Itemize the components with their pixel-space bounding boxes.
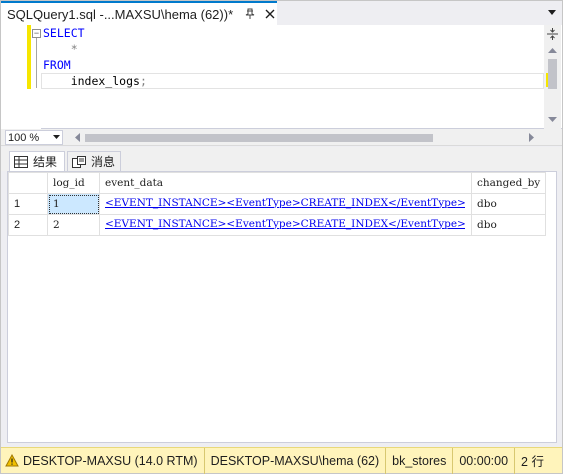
results-grid[interactable]: log_id event_data changed_by 1 1 <EVENT_… [7,171,557,443]
status-elapsed: 00:00:00 [453,447,516,474]
scroll-down-icon[interactable] [544,113,561,127]
tab-results[interactable]: 结果 [9,151,65,171]
tab-messages[interactable]: 消息 [67,151,121,171]
status-database: bk_stores [386,447,454,474]
document-tab[interactable]: SQLQuery1.sql -...MAXSU\hema (62))* [1,1,277,25]
cell-log-id[interactable]: 2 [47,214,100,236]
status-server: DESKTOP-MAXSU (14.0 RTM) [21,447,205,474]
cell-log-id[interactable]: 1 [47,193,100,215]
scroll-thumb[interactable] [548,59,557,89]
zoom-value: 100 % [8,131,40,144]
change-tracking-bar [27,25,31,89]
document-tab-title: SQLQuery1.sql -...MAXSU\hema (62))* [7,6,234,22]
outline-line [36,38,37,88]
cell-event-data[interactable]: <EVENT_INSTANCE><EventType>CREATE_INDEX<… [99,193,472,215]
results-tab-strip: 结果 消息 [1,147,562,171]
xml-link[interactable]: <EVENT_INSTANCE><EventType>CREATE_INDEX<… [105,197,465,209]
chevron-down-icon[interactable] [53,135,60,140]
code-line[interactable]: SELECT [43,25,147,41]
column-header-log-id[interactable]: log_id [47,172,100,194]
scroll-up-icon[interactable] [544,43,561,57]
code-line[interactable]: * [43,41,147,57]
column-header-changed-by[interactable]: changed_by [470,172,547,194]
scroll-right-icon[interactable] [526,131,538,144]
table-row: 2 2 <EVENT_INSTANCE><EventType>CREATE_IN… [8,214,547,236]
xml-link[interactable]: <EVENT_INSTANCE><EventType>CREATE_INDEX<… [105,218,465,230]
cell-event-data[interactable]: <EVENT_INSTANCE><EventType>CREATE_INDEX<… [99,214,472,236]
horizontal-scroll-thumb[interactable] [85,134,433,142]
sql-token: ; [139,74,147,88]
split-window-icon[interactable] [544,27,561,41]
code-line[interactable]: FROM [43,57,147,73]
grid-header-row: log_id event_data changed_by [8,172,547,194]
code-line[interactable]: index_logs; [43,73,147,89]
scroll-left-icon[interactable] [71,131,83,144]
status-rows: 2 行 [521,455,544,469]
messages-icon [72,155,86,168]
row-header-corner[interactable] [8,172,48,194]
query-window: SQLQuery1.sql -...MAXSU\hema (62))* − SE… [0,0,563,474]
sql-editor[interactable]: − SELECT * FROM index_logs; [1,25,562,129]
close-icon[interactable] [263,7,277,21]
collapse-toggle-icon[interactable]: − [32,29,41,38]
tab-messages-label: 消息 [91,155,116,169]
editor-vertical-scrollbar[interactable] [544,25,561,129]
tab-list-dropdown-icon[interactable] [546,7,558,19]
scroll-change-marker [546,73,548,87]
sql-keyword: FROM [43,58,71,72]
zoom-select[interactable]: 100 % [5,130,63,145]
row-number[interactable]: 2 [8,214,48,236]
sql-token: * [43,42,78,56]
zoom-bar: 100 % [1,129,562,146]
table-row: 1 1 <EVENT_INSTANCE><EventType>CREATE_IN… [8,193,547,215]
document-tab-strip: SQLQuery1.sql -...MAXSU\hema (62))* [1,1,562,25]
code-text[interactable]: SELECT * FROM index_logs; [43,25,147,89]
tab-results-label: 结果 [33,155,58,169]
editor-gutter: − [1,25,41,129]
status-bar: DESKTOP-MAXSU (14.0 RTM) DESKTOP-MAXSU\h… [1,447,562,474]
status-user: DESKTOP-MAXSU\hema (62) [205,447,387,474]
sql-token: index_logs [43,74,140,88]
warning-icon [5,453,19,468]
column-header-event-data[interactable]: event_data [99,172,472,194]
cell-changed-by[interactable]: dbo [470,193,547,215]
sql-keyword: SELECT [43,26,85,40]
row-number[interactable]: 1 [8,193,48,215]
cell-changed-by[interactable]: dbo [470,214,547,236]
pin-icon[interactable] [243,7,257,21]
grid-icon [14,155,28,168]
